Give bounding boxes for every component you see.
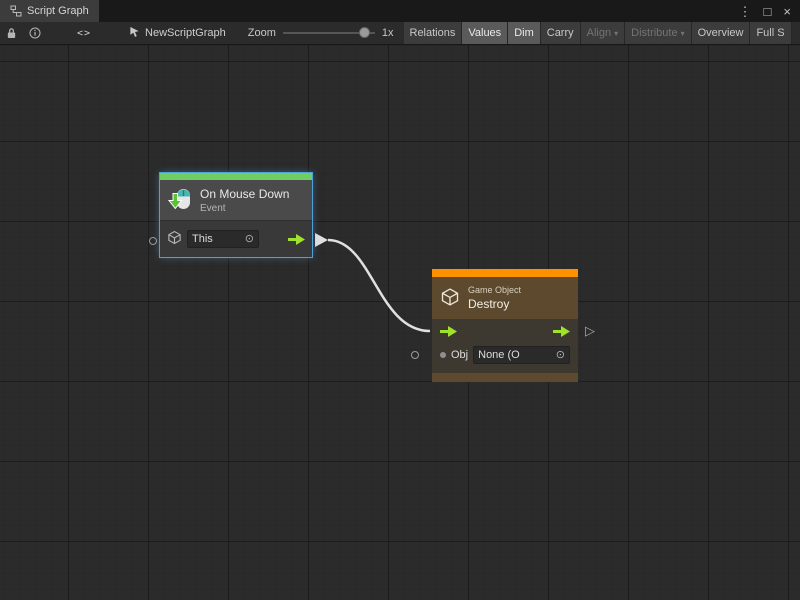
- distribute-button[interactable]: Distribute▾: [625, 22, 691, 45]
- event-accent-bar: [160, 173, 312, 180]
- toolbar-button-group: Relations Values Dim Carry Align▾ Distri…: [404, 22, 792, 45]
- target-field-value: This: [192, 233, 213, 245]
- obj-input-port[interactable]: [411, 351, 419, 359]
- connection-wire: [0, 45, 800, 600]
- carry-button[interactable]: Carry: [541, 22, 581, 45]
- destroy-node-header: Game Object Destroy: [432, 277, 578, 319]
- destroy-node[interactable]: Game Object Destroy Obj: [432, 269, 578, 382]
- destroy-node-body: Obj None (O ⊙: [432, 319, 578, 373]
- code-icon[interactable]: <>: [71, 22, 97, 44]
- obj-field-value: None (O: [478, 349, 520, 361]
- gameobject-cube-icon: [167, 230, 182, 248]
- obj-field[interactable]: None (O ⊙: [473, 346, 570, 364]
- object-picker-icon[interactable]: ⊙: [245, 234, 254, 245]
- fullscreen-button[interactable]: Full S: [750, 22, 791, 45]
- window-controls: ⋮ □ ×: [730, 0, 800, 22]
- zoom-label: Zoom: [248, 27, 276, 39]
- cursor-icon: [129, 26, 140, 41]
- flow-input-port[interactable]: [440, 326, 457, 337]
- tab-title: Script Graph: [27, 5, 89, 17]
- values-button[interactable]: Values: [462, 22, 508, 45]
- flow-continuation-icon: ▷: [585, 324, 595, 337]
- graph-canvas[interactable]: On Mouse Down Event This ⊙: [0, 45, 800, 600]
- lock-icon[interactable]: [0, 22, 23, 44]
- obj-label: Obj: [451, 349, 468, 361]
- dim-button[interactable]: Dim: [508, 22, 541, 45]
- event-node-subtitle: Event: [200, 203, 289, 214]
- object-picker-icon[interactable]: ⊙: [556, 350, 565, 361]
- zoom-value: 1x: [382, 27, 394, 39]
- graph-name-label: NewScriptGraph: [145, 27, 226, 39]
- relations-button[interactable]: Relations: [404, 22, 463, 45]
- destroy-footer-bar: [432, 373, 578, 382]
- zoom-slider[interactable]: [283, 22, 375, 44]
- obj-port-dot: [440, 352, 446, 358]
- graph-name-button[interactable]: NewScriptGraph: [129, 26, 226, 41]
- chevron-down-icon: ▾: [681, 29, 685, 38]
- zoom-slider-thumb[interactable]: [359, 27, 370, 38]
- flow-output-port[interactable]: [553, 326, 570, 337]
- close-icon[interactable]: ×: [783, 5, 791, 18]
- event-node-header: On Mouse Down Event: [160, 180, 312, 220]
- menu-icon[interactable]: ⋮: [739, 5, 752, 18]
- event-node-title: On Mouse Down: [200, 187, 289, 201]
- mouse-down-icon: [167, 186, 193, 215]
- destroy-node-title: Destroy: [468, 297, 521, 311]
- gameobject-cube-icon: [440, 286, 460, 311]
- chevron-down-icon: ▾: [614, 29, 618, 38]
- destroy-node-category: Game Object: [468, 285, 521, 295]
- on-mouse-down-node[interactable]: On Mouse Down Event This ⊙: [160, 173, 312, 257]
- script-graph-window: Script Graph ⋮ □ × <> NewScriptGraph Zoo…: [0, 0, 800, 600]
- zoom-control: Zoom 1x: [248, 22, 394, 44]
- target-input-port[interactable]: [149, 237, 157, 245]
- script-graph-icon: [10, 5, 22, 17]
- graph-toolbar: <> NewScriptGraph Zoom 1x Relations Valu…: [0, 22, 800, 45]
- align-button[interactable]: Align▾: [581, 22, 625, 45]
- target-field[interactable]: This ⊙: [187, 230, 259, 248]
- info-icon[interactable]: [23, 22, 47, 44]
- event-node-body: This ⊙: [160, 220, 312, 257]
- maximize-icon[interactable]: □: [764, 5, 772, 18]
- tab-script-graph[interactable]: Script Graph: [0, 0, 99, 22]
- overview-button[interactable]: Overview: [692, 22, 751, 45]
- flow-output-port[interactable]: [288, 234, 305, 245]
- tab-bar: Script Graph ⋮ □ ×: [0, 0, 800, 22]
- destroy-accent-bar: [432, 269, 578, 277]
